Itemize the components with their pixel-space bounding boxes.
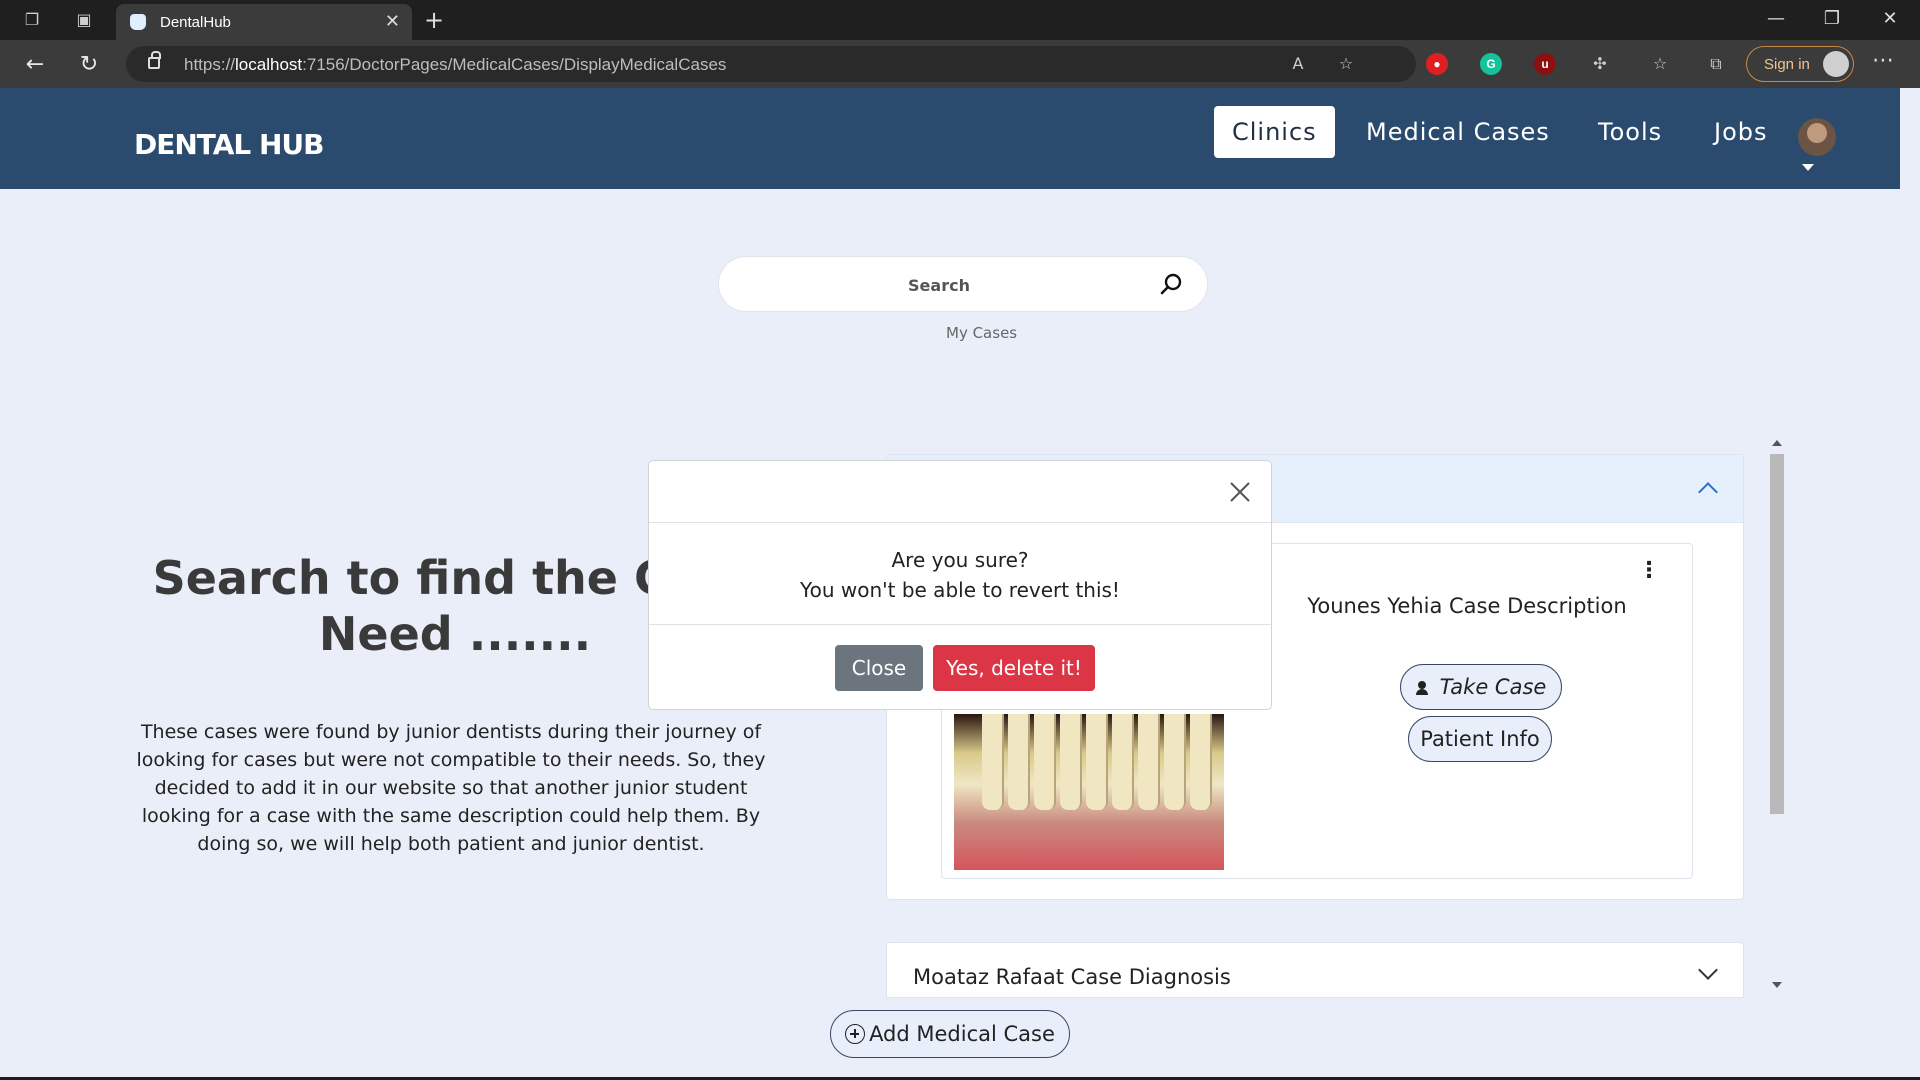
patient-info-button[interactable]: Patient Info (1408, 716, 1552, 762)
caret-down-icon[interactable] (1802, 164, 1814, 171)
tab-title: DentalHub (160, 14, 231, 31)
modal-message-line-1: Are you sure? (891, 548, 1029, 572)
nav-medical-cases[interactable]: Medical Cases (1366, 106, 1550, 158)
kebab-menu-icon[interactable]: ⋮ (1638, 558, 1660, 583)
my-cases-link[interactable]: My Cases (946, 324, 1017, 342)
more-options-icon[interactable]: ⋯ (1872, 48, 1894, 73)
browser-tab[interactable]: DentalHub ✕ (116, 4, 412, 40)
teeth-photo (954, 714, 1224, 870)
sign-in-label: Sign in (1764, 56, 1810, 73)
dentalhub-logo[interactable]: DENTAL HUB (134, 128, 324, 161)
chevron-down-icon[interactable] (1698, 960, 1718, 980)
extensions-icon[interactable]: ✣ (1588, 52, 1612, 76)
close-button[interactable]: Close (835, 645, 923, 691)
user-avatar[interactable] (1798, 118, 1836, 156)
favorites-icon[interactable]: ☆ (1648, 52, 1672, 76)
user-plus-icon (1415, 681, 1434, 695)
modal-header (649, 461, 1271, 523)
address-bar: ← ↻ https://localhost:7156/DoctorPages/M… (0, 40, 1920, 88)
add-medical-case-label: Add Medical Case (869, 1022, 1055, 1046)
lock-icon (148, 51, 161, 69)
refresh-icon[interactable]: ↻ (74, 52, 104, 77)
site-header: DENTAL HUB Clinics Medical Cases Tools J… (0, 88, 1900, 189)
scrollbar[interactable] (1768, 434, 1786, 994)
search-input[interactable] (739, 269, 1139, 301)
tooth-favicon-icon (130, 14, 146, 30)
url-field[interactable]: https://localhost:7156/DoctorPages/Medic… (126, 46, 1416, 82)
window-close-icon[interactable]: ✕ (1870, 8, 1910, 29)
nav-jobs[interactable]: Jobs (1714, 106, 1768, 158)
page-description: These cases were found by junior dentist… (136, 721, 766, 855)
scroll-thumb[interactable] (1770, 454, 1784, 814)
browser-tab-bar: ❐ ▣ DentalHub ✕ + — ❐ ✕ (0, 0, 1920, 40)
ublock-icon[interactable]: u (1534, 53, 1556, 75)
take-case-button[interactable]: Take Case (1400, 664, 1562, 710)
minimize-icon[interactable]: — (1756, 8, 1796, 29)
restore-icon[interactable]: ❐ (1812, 8, 1852, 29)
modal-body: Are you sure? You won't be able to rever… (649, 523, 1271, 625)
collections-icon[interactable]: ⧉ (1704, 52, 1728, 76)
scroll-up-icon[interactable] (1772, 440, 1782, 446)
confirm-delete-modal: Are you sure? You won't be able to rever… (648, 460, 1272, 710)
confirm-delete-button[interactable]: Yes, delete it! (933, 645, 1095, 691)
tab-actions-icon[interactable]: ▣ (72, 8, 96, 32)
modal-message-line-2: You won't be able to revert this! (800, 578, 1120, 602)
extension-red-icon[interactable]: ● (1426, 53, 1448, 75)
search-box (718, 256, 1208, 312)
case-description: Younes Yehia Case Description (1307, 594, 1627, 618)
case-title: Moataz Rafaat Case Diagnosis (913, 965, 1231, 989)
grammarly-icon[interactable]: G (1480, 53, 1502, 75)
back-icon[interactable]: ← (20, 52, 50, 77)
search-icon[interactable] (1159, 272, 1183, 296)
add-medical-case-button[interactable]: Add Medical Case (830, 1010, 1070, 1058)
workspaces-icon[interactable]: ❐ (20, 8, 44, 32)
chevron-up-icon[interactable] (1698, 482, 1718, 502)
close-icon[interactable] (1227, 479, 1253, 505)
profile-avatar-icon (1823, 51, 1849, 77)
nav-clinics[interactable]: Clinics (1214, 106, 1335, 158)
favorite-star-icon[interactable]: ☆ (1334, 52, 1358, 76)
sign-in-button[interactable]: Sign in (1746, 46, 1854, 82)
case-accordion-item-collapsed[interactable]: Moataz Rafaat Case Diagnosis (886, 942, 1744, 998)
read-aloud-icon[interactable]: A (1286, 52, 1310, 76)
modal-footer: Close Yes, delete it! (649, 625, 1271, 711)
plus-circle-icon (845, 1024, 866, 1044)
url-text: https://localhost:7156/DoctorPages/Medic… (184, 55, 727, 74)
scroll-down-icon[interactable] (1772, 982, 1782, 988)
new-tab-icon[interactable]: + (424, 6, 444, 34)
close-tab-icon[interactable]: ✕ (385, 11, 400, 32)
take-case-label: Take Case (1439, 675, 1547, 699)
nav-tools[interactable]: Tools (1598, 106, 1662, 158)
